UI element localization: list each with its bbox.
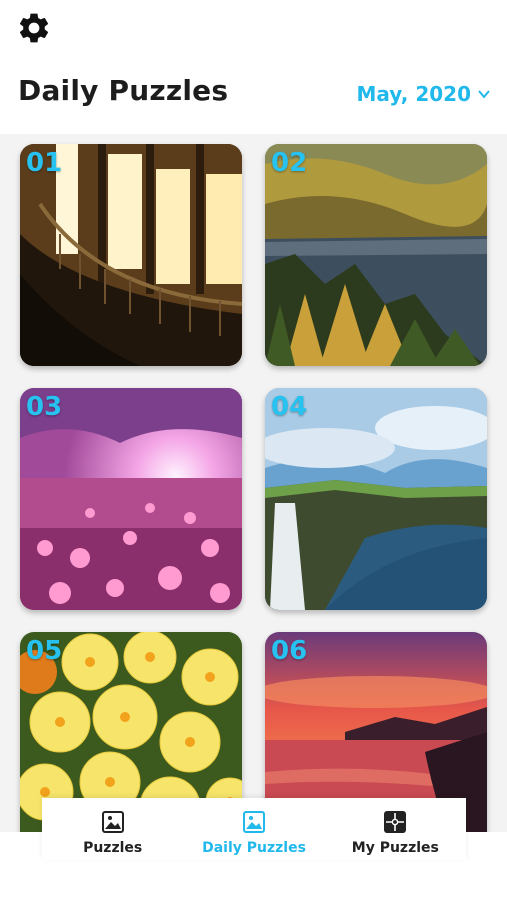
puzzle-card-03[interactable]: 03	[20, 388, 242, 610]
image-icon	[242, 811, 265, 833]
puzzle-card-01[interactable]: 01	[20, 144, 242, 366]
chevron-down-icon	[478, 90, 490, 99]
puzzle-number: 01	[26, 148, 63, 178]
tab-my-puzzles[interactable]: My Puzzles	[325, 798, 466, 860]
month-label: May, 2020	[356, 82, 472, 106]
tab-label: My Puzzles	[351, 840, 439, 856]
gear-icon[interactable]	[16, 10, 52, 46]
puzzle-card-02[interactable]: 02	[265, 144, 487, 366]
tab-puzzles[interactable]: Puzzles	[42, 798, 183, 860]
image-icon	[101, 811, 124, 833]
tab-label: Daily Puzzles	[202, 840, 306, 856]
puzzle-number: 02	[271, 148, 308, 178]
bottom-tab-bar: Puzzles Daily Puzzles My Puzzles	[42, 798, 466, 860]
puzzle-number: 03	[26, 392, 63, 422]
page-header: Daily Puzzles May, 2020	[0, 56, 507, 134]
puzzle-number: 06	[271, 636, 308, 666]
puzzle-number: 05	[26, 636, 63, 666]
puzzle-piece-icon	[384, 811, 407, 833]
puzzle-card-04[interactable]: 04	[265, 388, 487, 610]
tab-label: Puzzles	[83, 840, 143, 856]
month-selector[interactable]: May, 2020	[357, 82, 492, 106]
tab-daily-puzzles[interactable]: Daily Puzzles	[183, 798, 324, 860]
puzzle-number: 04	[271, 392, 308, 422]
top-bar	[0, 0, 507, 56]
page-title: Daily Puzzles	[18, 74, 229, 107]
puzzle-grid: 01 02 03 04 05 06	[0, 134, 507, 834]
